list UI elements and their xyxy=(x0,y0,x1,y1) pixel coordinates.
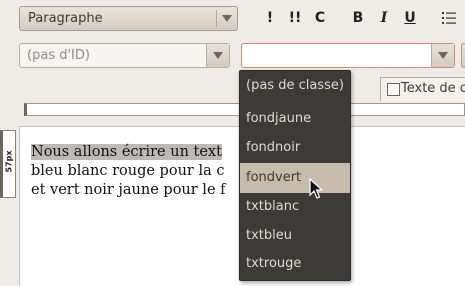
menu-item-txtrouge[interactable]: txtrouge xyxy=(240,249,350,279)
menu-item-pas-de-classe[interactable]: (pas de classe) xyxy=(240,71,350,101)
class-dropdown-menu: (pas de classe) fondjaune fondnoir fondv… xyxy=(239,70,351,281)
menu-item-txtbleu[interactable]: txtbleu xyxy=(240,221,350,251)
menu-item-fondnoir[interactable]: fondnoir xyxy=(240,133,350,163)
mouse-pointer-icon xyxy=(309,178,323,199)
bold-button[interactable]: B xyxy=(347,7,369,29)
chevron-down-icon xyxy=(438,52,448,59)
texte-tab-label: Texte de c xyxy=(401,81,465,96)
class-combobox[interactable] xyxy=(241,43,455,68)
id-placeholder: (pas d'ID) xyxy=(27,48,90,63)
texte-tab[interactable]: Texte de c xyxy=(380,77,465,101)
menu-item-fondjaune[interactable]: fondjaune xyxy=(240,104,350,134)
bullet-list-button[interactable] xyxy=(438,7,460,29)
margin-label: 57px xyxy=(4,150,14,173)
paragraph-style-combobox[interactable]: Paragraphe xyxy=(19,6,238,31)
very-important-button[interactable]: !! xyxy=(284,7,306,29)
editor-line-text: bleu blanc rouge pour la c xyxy=(31,163,225,179)
menu-item-fondvert[interactable]: fondvert xyxy=(240,163,350,193)
underline-button[interactable]: U xyxy=(399,7,421,29)
editor-line: et vert noir jaune pour le f xyxy=(31,182,226,198)
editor-line: bleu blanc rouge pour la cte xyxy=(31,163,259,179)
editor-line-text: et vert noir jaune pour le f xyxy=(31,182,226,198)
editor-line: Nous allons écrire un text xyxy=(31,144,222,160)
toolbar-overflow-button[interactable] xyxy=(461,43,465,68)
chevron-down-icon xyxy=(213,52,223,59)
paragraph-style-label: Paragraphe xyxy=(28,11,103,26)
important-button[interactable]: ! xyxy=(259,7,281,29)
bullet-list-icon xyxy=(442,12,456,24)
class-dropdown-button[interactable] xyxy=(431,44,454,67)
margin-marker[interactable]: 57px xyxy=(0,130,16,198)
selected-text: Nous allons écrire un text xyxy=(31,144,222,160)
id-combobox[interactable]: (pas d'ID) xyxy=(19,43,230,68)
code-button[interactable]: C xyxy=(309,7,331,29)
combo-separator xyxy=(216,10,217,27)
italic-button[interactable]: I xyxy=(373,7,395,29)
texte-checkbox[interactable] xyxy=(387,83,400,96)
menu-item-txtblanc[interactable]: txtblanc xyxy=(240,192,350,222)
chevron-down-icon[interactable] xyxy=(222,15,232,22)
id-dropdown-button[interactable] xyxy=(206,44,229,67)
